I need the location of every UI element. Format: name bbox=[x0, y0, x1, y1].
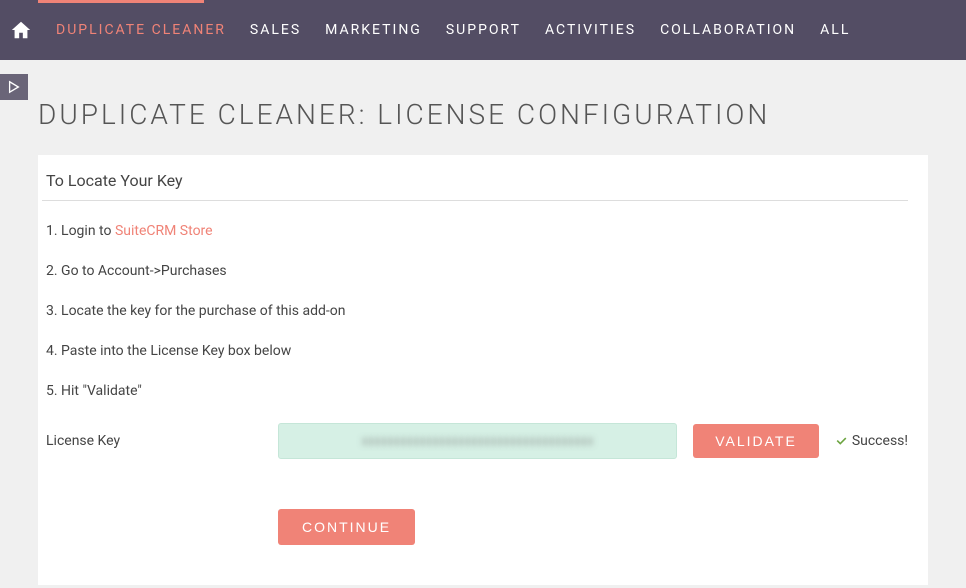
step-5: 5. Hit "Validate" bbox=[42, 383, 908, 399]
nav-collaboration[interactable]: Collaboration bbox=[648, 22, 808, 38]
continue-button[interactable]: Continue bbox=[278, 509, 415, 545]
top-nav-bar: Duplicate Cleaner Sales Marketing Suppor… bbox=[0, 0, 966, 60]
license-key-value: xxxxxxxxxxxxxxxxxxxxxxxxxxxxxxxxxxxx bbox=[362, 434, 594, 449]
validate-button[interactable]: Validate bbox=[693, 424, 819, 458]
success-indicator: Success! bbox=[835, 433, 908, 449]
main-content: Duplicate Cleaner: License Configuration… bbox=[0, 60, 966, 585]
check-icon bbox=[835, 435, 848, 448]
section-title: To Locate Your Key bbox=[42, 171, 908, 201]
active-tab-indicator bbox=[38, 0, 204, 3]
license-row: License Key xxxxxxxxxxxxxxxxxxxxxxxxxxxx… bbox=[42, 423, 908, 459]
license-key-label: License Key bbox=[46, 433, 278, 449]
step-1: 1. Login to SuiteCRM Store bbox=[42, 223, 908, 239]
license-key-input[interactable]: xxxxxxxxxxxxxxxxxxxxxxxxxxxxxxxxxxxx bbox=[278, 423, 677, 459]
nav-support[interactable]: Support bbox=[434, 22, 533, 38]
home-icon[interactable] bbox=[10, 19, 32, 41]
nav-duplicate-cleaner[interactable]: Duplicate Cleaner bbox=[44, 22, 238, 38]
step-2: 2. Go to Account->Purchases bbox=[42, 263, 908, 279]
step-3: 3. Locate the key for the purchase of th… bbox=[42, 303, 908, 319]
continue-row: Continue bbox=[42, 509, 908, 545]
page-title: Duplicate Cleaner: License Configuration bbox=[38, 98, 928, 131]
success-label: Success! bbox=[852, 433, 908, 449]
nav-marketing[interactable]: Marketing bbox=[313, 22, 434, 38]
license-panel: To Locate Your Key 1. Login to SuiteCRM … bbox=[38, 155, 928, 585]
step-1-prefix: 1. Login to bbox=[46, 223, 115, 239]
expand-sidebar-button[interactable] bbox=[0, 74, 28, 100]
play-icon bbox=[7, 80, 21, 94]
nav-all[interactable]: All bbox=[808, 22, 862, 38]
suitecrm-store-link[interactable]: SuiteCRM Store bbox=[115, 223, 213, 239]
nav-sales[interactable]: Sales bbox=[238, 22, 313, 38]
step-4: 4. Paste into the License Key box below bbox=[42, 343, 908, 359]
nav-activities[interactable]: Activities bbox=[533, 22, 648, 38]
